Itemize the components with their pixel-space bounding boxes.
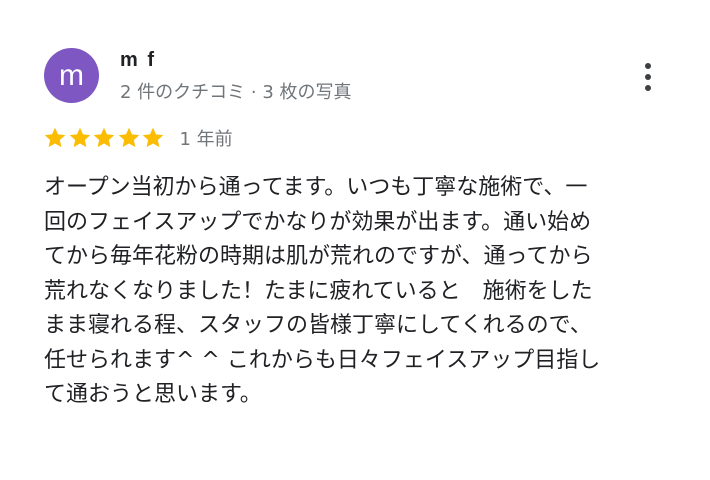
- more-vert-icon: [645, 61, 651, 94]
- star-icon: [142, 127, 164, 148]
- author-meta: 2 件のクチコミ · 3 枚の写真: [120, 82, 352, 103]
- avatar-initial: m: [59, 58, 84, 92]
- review-text-line: 荒れなくなりました！たまに疲れていると 施術をした: [44, 278, 593, 304]
- review-text: オープン当初から通ってます。いつも丁寧な施術で、一 回のフェイスアップでかなりが…: [44, 171, 664, 413]
- review-text-line: まま寝れる程、スタッフの皆様丁寧にしてくれるので、: [44, 313, 592, 338]
- star-icon: [118, 127, 139, 148]
- star-icon: [69, 127, 90, 148]
- star-rating: [43, 126, 166, 150]
- review-text-line: オープン当初から通ってます。いつも丁寧な施術で、一: [44, 175, 588, 200]
- review-card: m m f 2 件のクチコミ · 3 枚の写真 1 年前 オープン当初から通って…: [0, 0, 710, 480]
- review-text-line: 任せられます^ ^ これからも日々フェイスアップ目指し: [44, 347, 601, 373]
- review-text-line: て通おうと思います。: [44, 382, 262, 407]
- star-icon: [93, 127, 115, 148]
- avatar[interactable]: m: [44, 48, 99, 103]
- review-text-line: てから毎年花粉の時期は肌が荒れのですが、通ってから: [44, 244, 593, 269]
- review-date: 1 年前: [179, 129, 233, 150]
- author-name[interactable]: m f: [120, 49, 156, 72]
- review-text-line: 回のフェイスアップでかなりが効果が出ます。通い始め: [44, 209, 592, 235]
- rating-row: 1 年前: [43, 123, 233, 153]
- more-options-button[interactable]: [632, 56, 664, 98]
- star-icon: [44, 127, 66, 148]
